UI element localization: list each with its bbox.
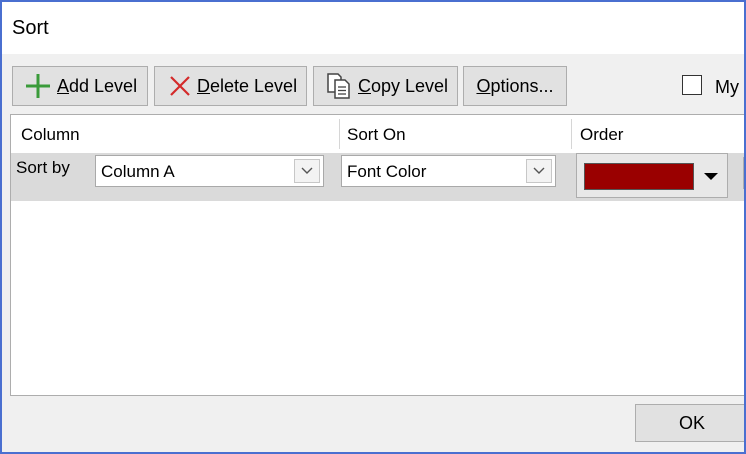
- dropdown-arrow-icon[interactable]: [704, 173, 718, 180]
- delete-level-label: Delete Level: [197, 75, 298, 96]
- plus-icon: [25, 73, 51, 99]
- add-level-label: Add Level: [57, 75, 138, 96]
- column-header-column: Column: [21, 125, 80, 144]
- column-header-order: Order: [580, 125, 624, 144]
- column-divider: [339, 119, 340, 149]
- options-label: Options...: [476, 75, 554, 96]
- dialog-title: Sort: [12, 17, 49, 39]
- ok-button[interactable]: OK: [635, 404, 744, 442]
- my-data-has-headers-checkbox[interactable]: [682, 75, 702, 95]
- copy-level-button[interactable]: Copy Level: [313, 66, 458, 106]
- sort-dialog: Sort Add Level Delete Level Copy Level O…: [0, 0, 746, 454]
- add-level-button[interactable]: Add Level: [12, 66, 148, 106]
- copy-icon: [326, 72, 352, 100]
- delete-level-button[interactable]: Delete Level: [154, 66, 307, 106]
- title-bar: Sort: [2, 2, 744, 54]
- column-header-sort-on: Sort On: [347, 125, 406, 144]
- x-icon: [169, 75, 191, 97]
- chevron-down-icon[interactable]: [294, 159, 320, 183]
- sort-levels-grid: Column Sort On Order Sort by Column A Fo…: [10, 114, 744, 396]
- sort-on-select-value: Font Color: [347, 162, 427, 181]
- copy-level-label: Copy Level: [358, 75, 449, 96]
- sort-on-select[interactable]: Font Color: [341, 155, 556, 187]
- column-select[interactable]: Column A: [95, 155, 324, 187]
- options-button[interactable]: Options...: [463, 66, 567, 106]
- my-data-has-headers-label: My: [715, 77, 739, 97]
- font-color-swatch: [584, 163, 694, 190]
- column-divider: [571, 119, 572, 149]
- ok-label: OK: [678, 412, 705, 433]
- order-color-picker[interactable]: [576, 153, 728, 198]
- sort-by-label: Sort by: [16, 158, 70, 177]
- chevron-down-icon[interactable]: [526, 159, 552, 183]
- column-select-value: Column A: [101, 162, 175, 181]
